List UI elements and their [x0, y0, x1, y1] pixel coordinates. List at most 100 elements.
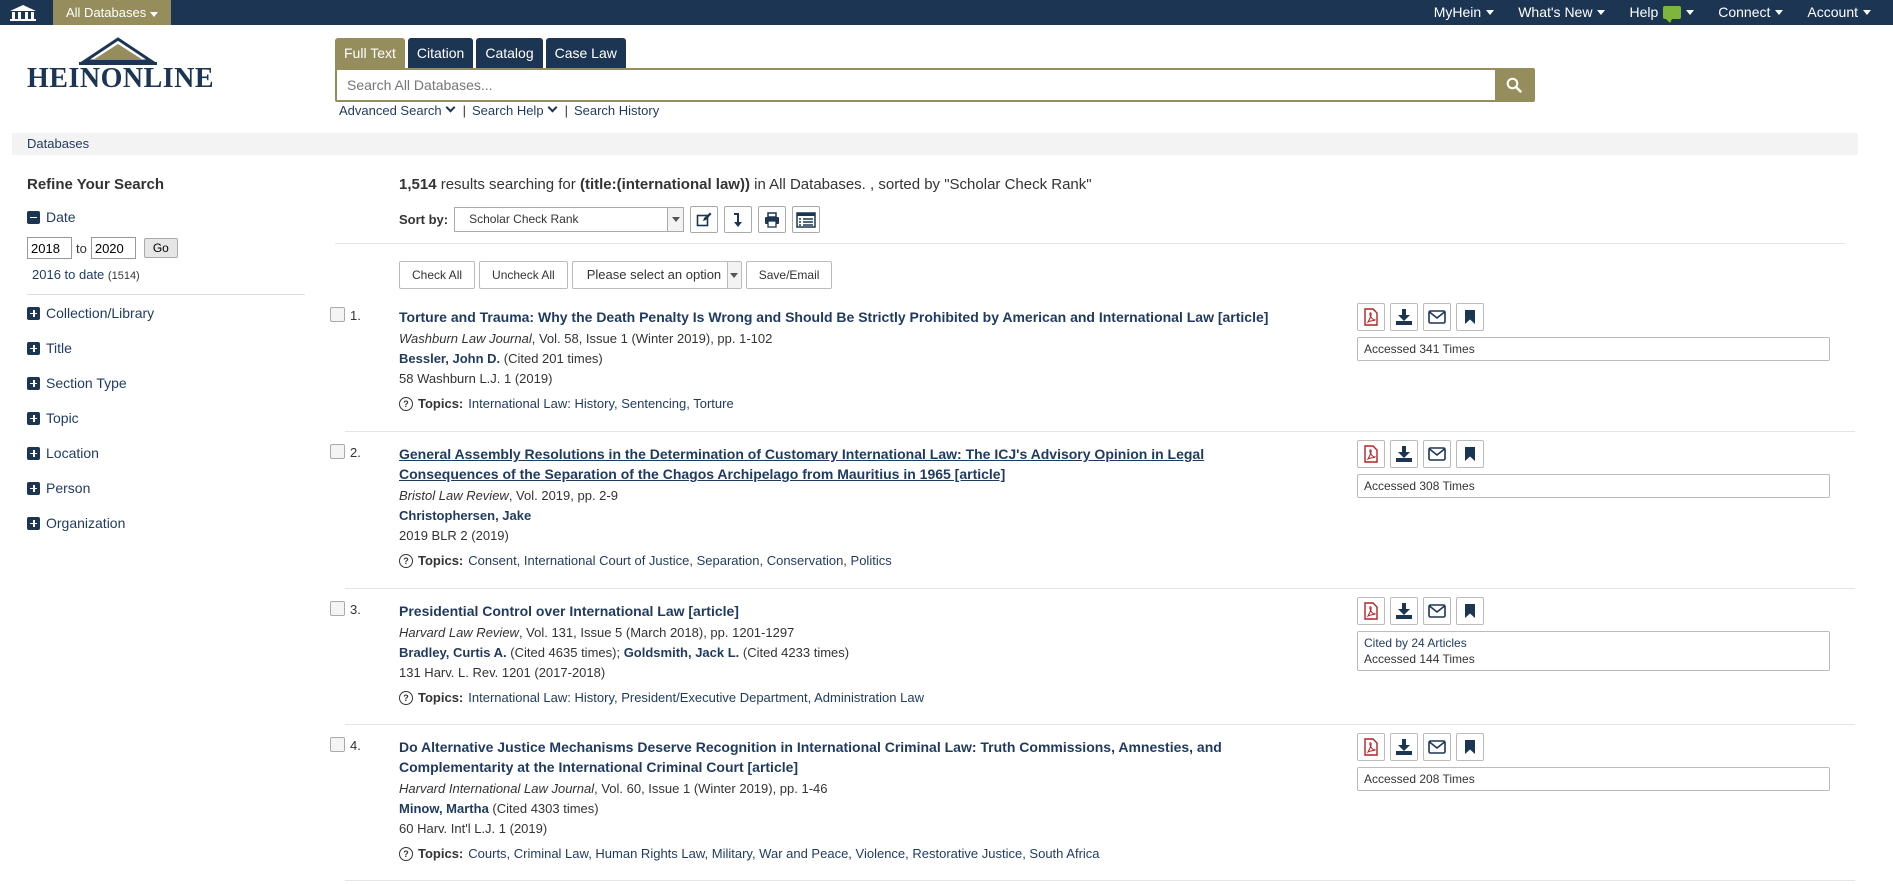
facet-section-type[interactable]: Section Type — [27, 373, 305, 393]
pdf-button[interactable] — [1357, 733, 1385, 761]
download-icon — [1396, 446, 1412, 462]
result-checkbox[interactable] — [330, 307, 345, 322]
breadcrumb: Databases — [12, 133, 1858, 155]
result-checkbox[interactable] — [330, 737, 345, 752]
bookmark-button[interactable] — [1456, 733, 1484, 761]
cited-by-link[interactable]: Cited by 24 Articles — [1364, 635, 1823, 651]
question-icon[interactable]: ? — [399, 396, 413, 411]
date-range-link[interactable]: 2016 to date (1514) — [32, 267, 305, 282]
result-title-link[interactable]: Torture and Trauma: Why the Death Penalt… — [399, 307, 1269, 327]
access-stats: Cited by 24 Articles Accessed 144 Times — [1357, 631, 1830, 671]
topic-links[interactable]: International Law: History, Sentencing, … — [468, 396, 733, 411]
tab-citation[interactable]: Citation — [407, 38, 474, 69]
sort-direction-button[interactable] — [724, 206, 753, 233]
download-button[interactable] — [1390, 597, 1418, 625]
topic-links[interactable]: Consent, International Court of Justice,… — [468, 553, 891, 568]
result-title-link[interactable]: Presidential Control over International … — [399, 601, 1269, 621]
view-toggle-button[interactable] — [792, 206, 821, 233]
dropdown-arrow-icon — [667, 208, 684, 231]
nav-myhein[interactable]: MyHein — [1422, 0, 1506, 25]
caret-down-icon — [1686, 10, 1695, 15]
date-to-input[interactable] — [90, 237, 136, 259]
sort-select[interactable]: Scholar Check Rank — [454, 207, 685, 232]
result-source: Bristol Law Review, Vol. 2019, pp. 2-9 — [399, 487, 1269, 504]
access-stats: Accessed 208 Times — [1357, 767, 1830, 791]
divider — [335, 243, 1845, 244]
download-button[interactable] — [1390, 733, 1418, 761]
result-topics: ? Topics: Courts, Criminal Law, Human Righ… — [399, 846, 1269, 861]
plus-icon — [27, 306, 40, 320]
email-button[interactable] — [1423, 597, 1451, 625]
print-button[interactable] — [758, 206, 787, 233]
nav-connect[interactable]: Connect — [1706, 0, 1795, 25]
topic-links[interactable]: International Law: History, President/Ex… — [468, 690, 924, 705]
author-link[interactable]: Bradley, Curtis A. — [399, 645, 507, 660]
search-history-link[interactable]: Search History — [574, 103, 659, 118]
edit-search-button[interactable] — [690, 206, 719, 233]
search-tabs: Full Text Citation Catalog Case Law — [335, 38, 626, 69]
facet-title[interactable]: Title — [27, 338, 305, 358]
email-button[interactable] — [1423, 440, 1451, 468]
bulk-action-select[interactable]: Please select an option — [571, 261, 742, 289]
all-databases-button[interactable]: All Databases — [53, 0, 171, 25]
nav-help[interactable]: Help — [1617, 0, 1706, 25]
email-button[interactable] — [1423, 733, 1451, 761]
journal-name: Harvard International Law Journal — [399, 781, 595, 796]
facet-topic[interactable]: Topic — [27, 408, 305, 428]
author-link[interactable]: Goldsmith, Jack L. — [624, 645, 740, 660]
facet-location[interactable]: Location — [27, 443, 305, 463]
uncheck-all-button[interactable]: Uncheck All — [479, 261, 568, 289]
pdf-button[interactable] — [1357, 597, 1385, 625]
facet-collection-library[interactable]: Collection/Library — [27, 303, 305, 323]
email-button[interactable] — [1423, 303, 1451, 331]
question-icon[interactable]: ? — [399, 690, 413, 705]
search-help-link[interactable]: Search Help — [472, 102, 559, 118]
tab-full-text[interactable]: Full Text — [335, 38, 405, 69]
check-all-button[interactable]: Check All — [399, 261, 476, 289]
result-source: Harvard International Law Journal, Vol. … — [399, 780, 1269, 797]
topics-label: Topics: — [418, 553, 464, 568]
breadcrumb-databases[interactable]: Databases — [27, 136, 89, 151]
facet-person[interactable]: Person — [27, 478, 305, 498]
save-email-button[interactable]: Save/Email — [745, 261, 833, 289]
author-link[interactable]: Minow, Martha — [399, 801, 489, 816]
download-button[interactable] — [1390, 440, 1418, 468]
topic-links[interactable]: Courts, Criminal Law, Human Rights Law, … — [468, 846, 1099, 861]
pdf-button[interactable] — [1357, 303, 1385, 331]
caret-down-icon — [1863, 10, 1871, 15]
date-from-input[interactable] — [27, 237, 72, 259]
nav-account[interactable]: Account — [1795, 0, 1883, 25]
result-title-link[interactable]: General Assembly Resolutions in the Dete… — [399, 444, 1269, 484]
result-title-link[interactable]: Do Alternative Justice Mechanisms Deserv… — [399, 737, 1269, 777]
advanced-search-link[interactable]: Advanced Search — [339, 102, 457, 118]
tab-catalog[interactable]: Catalog — [476, 38, 543, 69]
question-icon[interactable]: ? — [399, 846, 413, 861]
date-range-count: (1514) — [107, 270, 140, 282]
result-number: 1. — [350, 308, 361, 323]
result-checkbox[interactable] — [330, 601, 345, 616]
accessed-count: Accessed 308 Times — [1364, 479, 1475, 493]
all-databases-label: All Databases — [66, 5, 147, 20]
nav-whats-new[interactable]: What's New — [1506, 0, 1617, 25]
heinonline-logo[interactable]: HEINONLINE — [27, 37, 214, 99]
results-query: (title:(international law)) — [579, 176, 750, 193]
pdf-icon — [1364, 602, 1378, 620]
search-button[interactable] — [1495, 70, 1533, 100]
result-checkbox[interactable] — [330, 444, 345, 459]
download-button[interactable] — [1390, 303, 1418, 331]
search-input[interactable] — [337, 70, 1495, 100]
nav-label: Help — [1629, 4, 1659, 20]
bookmark-button[interactable] — [1456, 440, 1484, 468]
bookmark-button[interactable] — [1456, 597, 1484, 625]
question-icon[interactable]: ? — [399, 553, 413, 568]
home-icon[interactable] — [0, 0, 46, 25]
facet-date[interactable]: Date — [27, 207, 305, 227]
bookmark-button[interactable] — [1456, 303, 1484, 331]
date-go-button[interactable]: Go — [143, 238, 178, 258]
pdf-button[interactable] — [1357, 440, 1385, 468]
facet-organization[interactable]: Organization — [27, 513, 305, 533]
author-link[interactable]: Christophersen, Jake — [399, 508, 531, 523]
author-link[interactable]: Bessler, John D. — [399, 351, 500, 366]
result-citation: 2019 BLR 2 (2019) — [399, 528, 509, 543]
tab-case-law[interactable]: Case Law — [545, 38, 626, 69]
